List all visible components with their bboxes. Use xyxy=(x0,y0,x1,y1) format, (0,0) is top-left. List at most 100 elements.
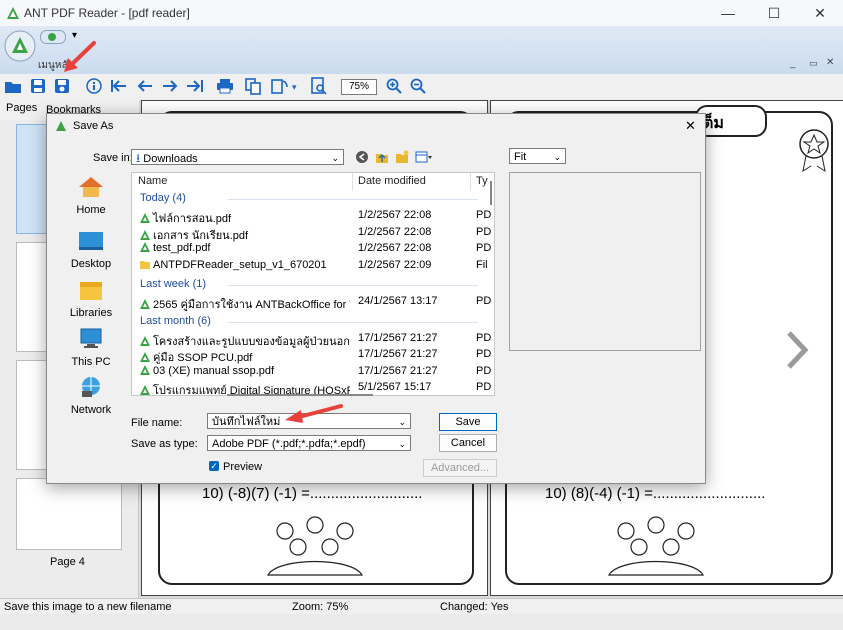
file-date: 1/2/2567 22:08 xyxy=(358,225,432,238)
up-folder-icon[interactable] xyxy=(375,150,389,164)
pdf-file-icon xyxy=(140,299,150,309)
info-icon[interactable] xyxy=(86,78,102,94)
status-message: Save this image to a new filename xyxy=(4,601,172,613)
file-row[interactable]: เอกสาร นักเรียน.pdf 1/2/2567 22:08 PD xyxy=(132,225,494,242)
file-row[interactable]: 2565 คู่มือการใช้งาน ANTBackOffice for W… xyxy=(132,294,494,311)
zoom-in-icon[interactable] xyxy=(386,78,402,94)
cancel-button[interactable]: Cancel xyxy=(439,434,497,452)
chevron-down-icon: ⌄ xyxy=(398,439,406,449)
save-in-label: Save in: xyxy=(93,152,133,164)
close-window-button[interactable]: ✕ xyxy=(797,0,843,26)
save-icon[interactable] xyxy=(30,78,46,94)
page-zoom-icon[interactable] xyxy=(310,77,328,95)
flower-illustration-icon xyxy=(266,516,364,576)
column-divider xyxy=(352,173,353,191)
dialog-title-bar: Save As ✕ xyxy=(47,114,705,138)
thumbnail-label: Page 4 xyxy=(50,556,85,568)
place-network[interactable]: Network xyxy=(67,376,115,416)
app-menu-button[interactable] xyxy=(4,30,36,62)
file-row[interactable]: ANTPDFReader_setup_v1_670201 1/2/2567 22:… xyxy=(132,258,494,274)
previous-page-icon[interactable] xyxy=(136,78,154,94)
place-label: Libraries xyxy=(69,307,113,319)
rotate-page-icon[interactable] xyxy=(270,77,290,95)
pdf-file-icon xyxy=(140,352,150,362)
page-thumbnail[interactable] xyxy=(16,478,122,550)
column-header-name[interactable]: Name xyxy=(138,175,167,187)
status-zoom: Zoom: 75% xyxy=(292,601,349,613)
title-bar: ANT PDF Reader - [pdf reader] — ☐ ✕ xyxy=(0,0,843,27)
pdf-file-icon xyxy=(140,364,150,375)
place-libraries[interactable]: Libraries xyxy=(67,279,115,319)
file-date: 1/2/2567 22:08 xyxy=(358,242,432,254)
advanced-button[interactable]: Advanced... xyxy=(423,459,497,477)
file-date: 1/2/2567 22:09 xyxy=(358,258,432,271)
zoom-level-field[interactable]: 75% xyxy=(341,79,377,95)
next-page-icon[interactable] xyxy=(161,78,179,94)
file-name: คู่มือ SSOP PCU.pdf xyxy=(153,352,253,364)
save-as-icon[interactable] xyxy=(54,78,71,95)
file-row[interactable]: ไฟล์การสอน.pdf 1/2/2567 22:08 PD xyxy=(132,208,494,225)
new-folder-icon[interactable] xyxy=(395,150,409,164)
file-name: โครงสร้างและรูปแบบของข้อมูลผู้ป่วยนอกSSv… xyxy=(153,335,350,348)
ribbon-restore-icon[interactable]: ▭ xyxy=(809,58,818,69)
ribbon: ▾ เมนูหลัก _ ▭ ✕ xyxy=(0,26,843,75)
place-home[interactable]: Home xyxy=(67,176,115,216)
print-icon[interactable] xyxy=(216,78,234,94)
home-icon xyxy=(79,177,103,197)
save-in-dropdown[interactable]: ⭳ Downloads ⌄ xyxy=(131,149,344,165)
column-header-date[interactable]: Date modified xyxy=(358,175,426,187)
pdf-file-icon xyxy=(140,213,150,223)
ribbon-close-icon[interactable]: ✕ xyxy=(826,57,834,68)
file-row[interactable]: 03 (XE) manual ssop.pdf 17/1/2567 21:27 PD xyxy=(132,364,494,380)
place-this-pc[interactable]: This PC xyxy=(67,328,115,368)
first-page-icon[interactable] xyxy=(110,78,128,94)
pdf-file-icon xyxy=(140,335,150,346)
horizontal-scrollbar-thumb[interactable] xyxy=(227,394,373,396)
file-date: 17/1/2567 21:27 xyxy=(358,364,438,377)
dialog-close-button[interactable]: ✕ xyxy=(685,118,696,134)
last-page-icon[interactable] xyxy=(186,78,204,94)
rotate-dropdown-icon[interactable]: ▾ xyxy=(292,82,297,93)
dialog-title: Save As xyxy=(73,120,114,132)
minimize-button[interactable]: — xyxy=(705,0,751,26)
file-name: ไฟล์การสอน.pdf xyxy=(153,213,231,225)
column-divider xyxy=(470,173,471,191)
file-group-header[interactable]: Last month (6) xyxy=(140,315,211,327)
place-label: Home xyxy=(76,204,106,216)
fit-value: Fit xyxy=(514,151,527,163)
file-group-header[interactable]: Last week (1) xyxy=(140,278,206,290)
zoom-out-icon[interactable] xyxy=(410,78,426,94)
back-icon[interactable] xyxy=(355,150,369,164)
file-row[interactable]: test_pdf.pdf 1/2/2567 22:08 PD xyxy=(132,241,494,257)
file-name: 03 (XE) manual ssop.pdf xyxy=(153,364,275,377)
place-desktop[interactable]: Desktop xyxy=(67,230,115,270)
award-badge-icon xyxy=(799,129,829,173)
tab-pages[interactable]: Pages xyxy=(6,102,37,114)
column-header-type[interactable]: Ty xyxy=(476,175,488,187)
maximize-button[interactable]: ☐ xyxy=(751,0,797,26)
file-type: Fil xyxy=(476,258,488,271)
file-list[interactable]: Name Date modified Ty Today (4) ไฟล์การสอ… xyxy=(131,172,495,396)
view-menu-icon[interactable] xyxy=(415,150,433,164)
save-type-label: Save as type: xyxy=(131,438,198,450)
file-group-header[interactable]: Today (4) xyxy=(140,192,186,204)
file-type: PD xyxy=(476,209,492,221)
window-title: ANT PDF Reader - [pdf reader] xyxy=(24,6,190,20)
file-type: PD xyxy=(476,364,492,377)
toolbar: ▾ xyxy=(0,74,843,100)
file-type: PD xyxy=(476,225,492,238)
copy-icon[interactable] xyxy=(244,77,262,95)
next-page-arrow-icon[interactable] xyxy=(783,329,811,371)
ant-logo-icon xyxy=(7,7,19,19)
ribbon-minimize-icon[interactable]: _ xyxy=(790,58,796,69)
fit-dropdown[interactable]: Fit ⌄ xyxy=(509,148,566,164)
chevron-down-icon: ⌄ xyxy=(331,153,339,163)
open-folder-icon[interactable] xyxy=(4,79,22,95)
chevron-down-icon[interactable]: ⌄ xyxy=(398,414,406,430)
save-button[interactable]: Save xyxy=(439,413,497,431)
file-row[interactable]: โครงสร้างและรูปแบบของข้อมูลผู้ป่วยนอกSSv… xyxy=(132,331,494,348)
arrow-annotation-icon xyxy=(64,41,96,72)
save-type-dropdown[interactable]: Adobe PDF (*.pdf;*.pdfa;*.epdf) ⌄ xyxy=(207,435,411,451)
preview-checkbox[interactable]: ✓ xyxy=(209,461,219,471)
file-row[interactable]: คู่มือ SSOP PCU.pdf 17/1/2567 21:27 PD xyxy=(132,347,494,364)
